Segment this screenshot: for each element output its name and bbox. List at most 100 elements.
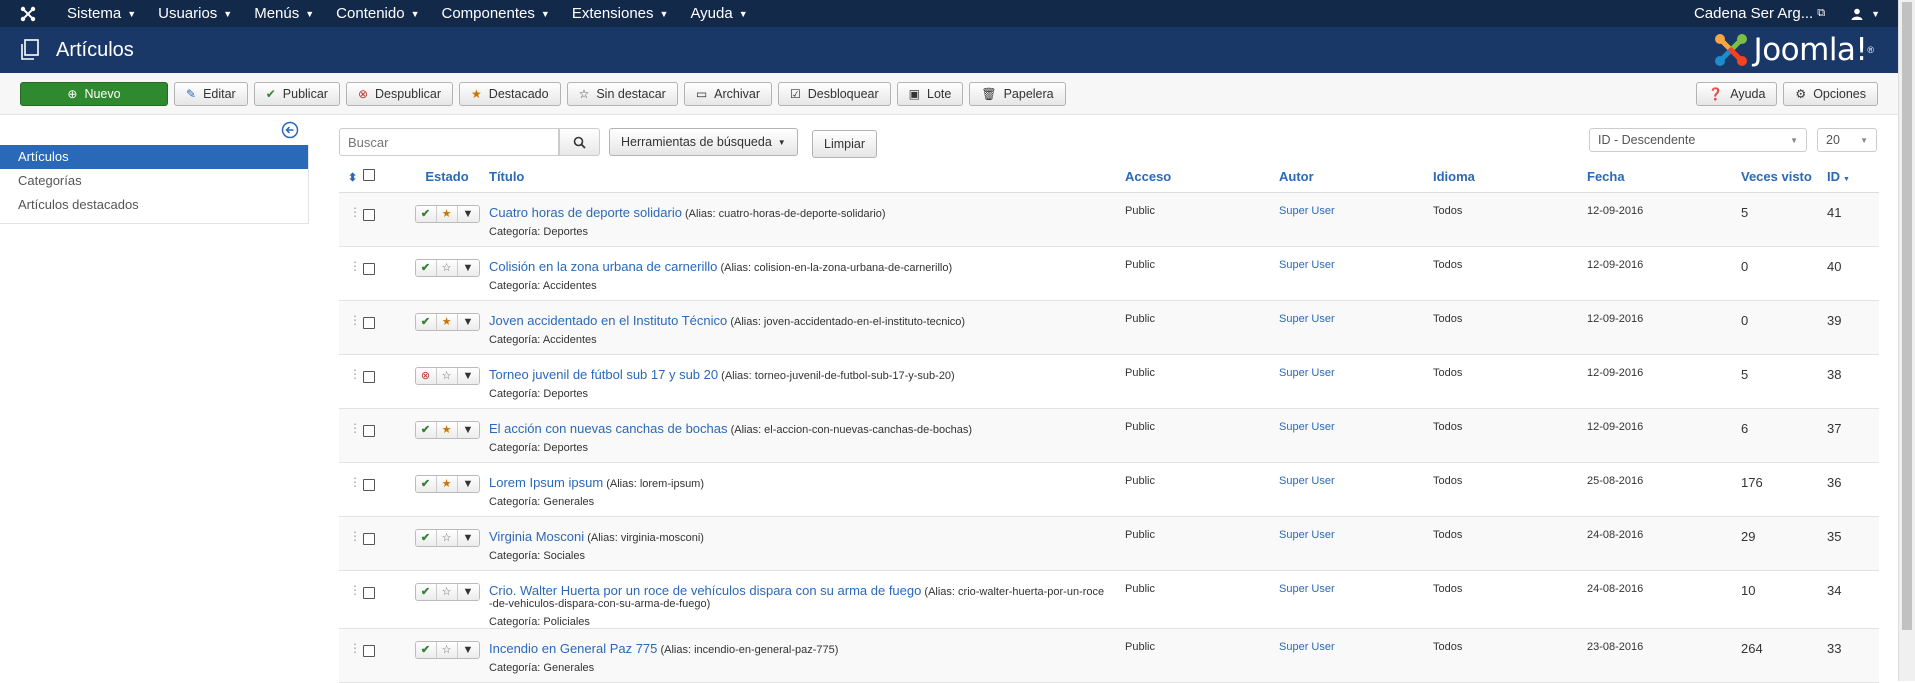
published-check-icon[interactable]: ✔ [415, 259, 437, 276]
row-checkbox[interactable] [363, 262, 375, 275]
scrollbar[interactable] [1898, 0, 1915, 681]
actions-dropdown-icon[interactable]: ▼ [457, 259, 479, 276]
actions-dropdown-icon[interactable]: ▼ [457, 529, 479, 546]
drag-handle-icon[interactable]: ⋮ [339, 354, 363, 409]
header-titulo[interactable]: Título [489, 162, 1125, 193]
drag-handle-icon[interactable]: ⋮ [339, 408, 363, 463]
batch-button[interactable]: ▣ Lote [896, 81, 964, 106]
header-idioma[interactable]: Idioma [1433, 162, 1587, 193]
actions-dropdown-icon[interactable]: ▼ [457, 313, 479, 330]
featured-star-icon[interactable]: ★ [436, 205, 458, 222]
sort-select[interactable]: ID - Descendente ▼ [1589, 128, 1807, 152]
options-button[interactable]: ⚙ Opciones [1783, 81, 1878, 106]
archive-button[interactable]: ▭ Archivar [683, 81, 772, 106]
unfeatured-star-icon[interactable]: ☆ [436, 367, 458, 384]
drag-handle-icon[interactable]: ⋮ [339, 192, 363, 247]
author-link[interactable]: Super User [1279, 421, 1335, 433]
actions-dropdown-icon[interactable]: ▼ [457, 583, 479, 600]
published-check-icon[interactable]: ✔ [415, 313, 437, 330]
article-title-link[interactable]: Joven accidentado en el Instituto Técnic… [489, 313, 727, 328]
feature-button[interactable]: ★ Destacado [459, 81, 561, 106]
drag-handle-icon[interactable]: ⋮ [339, 570, 363, 629]
row-checkbox[interactable] [363, 478, 375, 491]
actions-dropdown-icon[interactable]: ▼ [457, 641, 479, 658]
row-checkbox[interactable] [363, 644, 375, 657]
author-link[interactable]: Super User [1279, 205, 1335, 217]
article-title-link[interactable]: Incendio en General Paz 775 [489, 641, 657, 656]
menu-usuarios[interactable]: Usuarios ▼ [147, 0, 243, 27]
checkin-button[interactable]: ☑ Desbloquear [778, 81, 891, 106]
author-link[interactable]: Super User [1279, 259, 1335, 271]
unfeatured-star-icon[interactable]: ☆ [436, 529, 458, 546]
author-link[interactable]: Super User [1279, 529, 1335, 541]
drag-handle-icon[interactable]: ⋮ [339, 300, 363, 355]
row-checkbox[interactable] [363, 424, 375, 437]
published-check-icon[interactable]: ✔ [415, 641, 437, 658]
header-autor[interactable]: Autor [1279, 162, 1433, 193]
ordering-header[interactable]: ⬍ [339, 162, 363, 193]
drag-handle-icon[interactable]: ⋮ [339, 516, 363, 571]
article-title-link[interactable]: Torneo juvenil de fútbol sub 17 y sub 20 [489, 367, 718, 382]
check-all-checkbox[interactable] [363, 169, 375, 182]
drag-handle-icon[interactable]: ⋮ [339, 462, 363, 517]
limit-select[interactable]: 20 ▼ [1817, 128, 1877, 152]
sidebar-item-articulos[interactable]: Artículos [0, 145, 308, 169]
actions-dropdown-icon[interactable]: ▼ [457, 421, 479, 438]
menu-sistema[interactable]: Sistema ▼ [56, 0, 147, 27]
unpublished-x-icon[interactable]: ⊗ [415, 367, 437, 384]
article-title-link[interactable]: Virginia Mosconi [489, 529, 584, 544]
published-check-icon[interactable]: ✔ [415, 583, 437, 600]
article-title-link[interactable]: Colisión en la zona urbana de carnerillo [489, 259, 717, 274]
menu-contenido[interactable]: Contenido ▼ [325, 0, 430, 27]
search-tools-button[interactable]: Herramientas de búsqueda ▼ [609, 128, 798, 156]
author-link[interactable]: Super User [1279, 475, 1335, 487]
site-link[interactable]: Cadena Ser Arg... ⧉ [1694, 5, 1851, 22]
published-check-icon[interactable]: ✔ [415, 475, 437, 492]
row-checkbox[interactable] [363, 316, 375, 329]
header-acceso[interactable]: Acceso [1125, 162, 1279, 193]
drag-handle-icon[interactable]: ⋮ [339, 628, 363, 683]
trash-button[interactable]: 🗑 Papelera [969, 81, 1066, 106]
featured-star-icon[interactable]: ★ [436, 313, 458, 330]
joomla-logo-icon[interactable] [0, 0, 56, 27]
scrollbar-thumb[interactable] [1902, 2, 1912, 630]
featured-star-icon[interactable]: ★ [436, 475, 458, 492]
sidebar-item-categorias[interactable]: Categorías [0, 169, 308, 193]
sidebar-item-destacados[interactable]: Artículos destacados [0, 193, 308, 217]
header-visto[interactable]: Veces visto [1741, 162, 1827, 193]
user-menu[interactable]: ▼ [1851, 8, 1898, 20]
unpublish-button[interactable]: ⊗ Despublicar [345, 81, 454, 106]
unfeature-button[interactable]: ☆ Sin destacar [566, 81, 678, 106]
row-checkbox[interactable] [363, 532, 375, 545]
actions-dropdown-icon[interactable]: ▼ [457, 205, 479, 222]
published-check-icon[interactable]: ✔ [415, 529, 437, 546]
menu-componentes[interactable]: Componentes ▼ [430, 0, 560, 27]
menu-extensiones[interactable]: Extensiones ▼ [561, 0, 680, 27]
article-title-link[interactable]: Cuatro horas de deporte solidario [489, 205, 682, 220]
drag-handle-icon[interactable]: ⋮ [339, 246, 363, 301]
header-id[interactable]: ID ▼ [1827, 162, 1879, 193]
actions-dropdown-icon[interactable]: ▼ [457, 475, 479, 492]
unfeatured-star-icon[interactable]: ☆ [436, 259, 458, 276]
row-checkbox[interactable] [363, 208, 375, 221]
search-button[interactable] [559, 128, 600, 156]
unfeatured-star-icon[interactable]: ☆ [436, 583, 458, 600]
header-fecha[interactable]: Fecha [1587, 162, 1741, 193]
author-link[interactable]: Super User [1279, 641, 1335, 653]
menu-ayuda[interactable]: Ayuda ▼ [679, 0, 758, 27]
menu-menus[interactable]: Menús ▼ [243, 0, 325, 27]
row-checkbox[interactable] [363, 586, 375, 599]
row-checkbox[interactable] [363, 370, 375, 383]
author-link[interactable]: Super User [1279, 313, 1335, 325]
collapse-sidebar-icon[interactable] [281, 121, 299, 144]
search-input[interactable] [339, 128, 559, 156]
new-button[interactable]: ⊕ Nuevo [20, 81, 168, 106]
unfeatured-star-icon[interactable]: ☆ [436, 641, 458, 658]
article-title-link[interactable]: Lorem Ipsum ipsum [489, 475, 603, 490]
help-button[interactable]: ❓ Ayuda [1696, 81, 1778, 106]
article-title-link[interactable]: El acción con nuevas canchas de bochas [489, 421, 728, 436]
featured-star-icon[interactable]: ★ [436, 421, 458, 438]
clear-button[interactable]: Limpiar [812, 130, 877, 158]
author-link[interactable]: Super User [1279, 367, 1335, 379]
actions-dropdown-icon[interactable]: ▼ [457, 367, 479, 384]
